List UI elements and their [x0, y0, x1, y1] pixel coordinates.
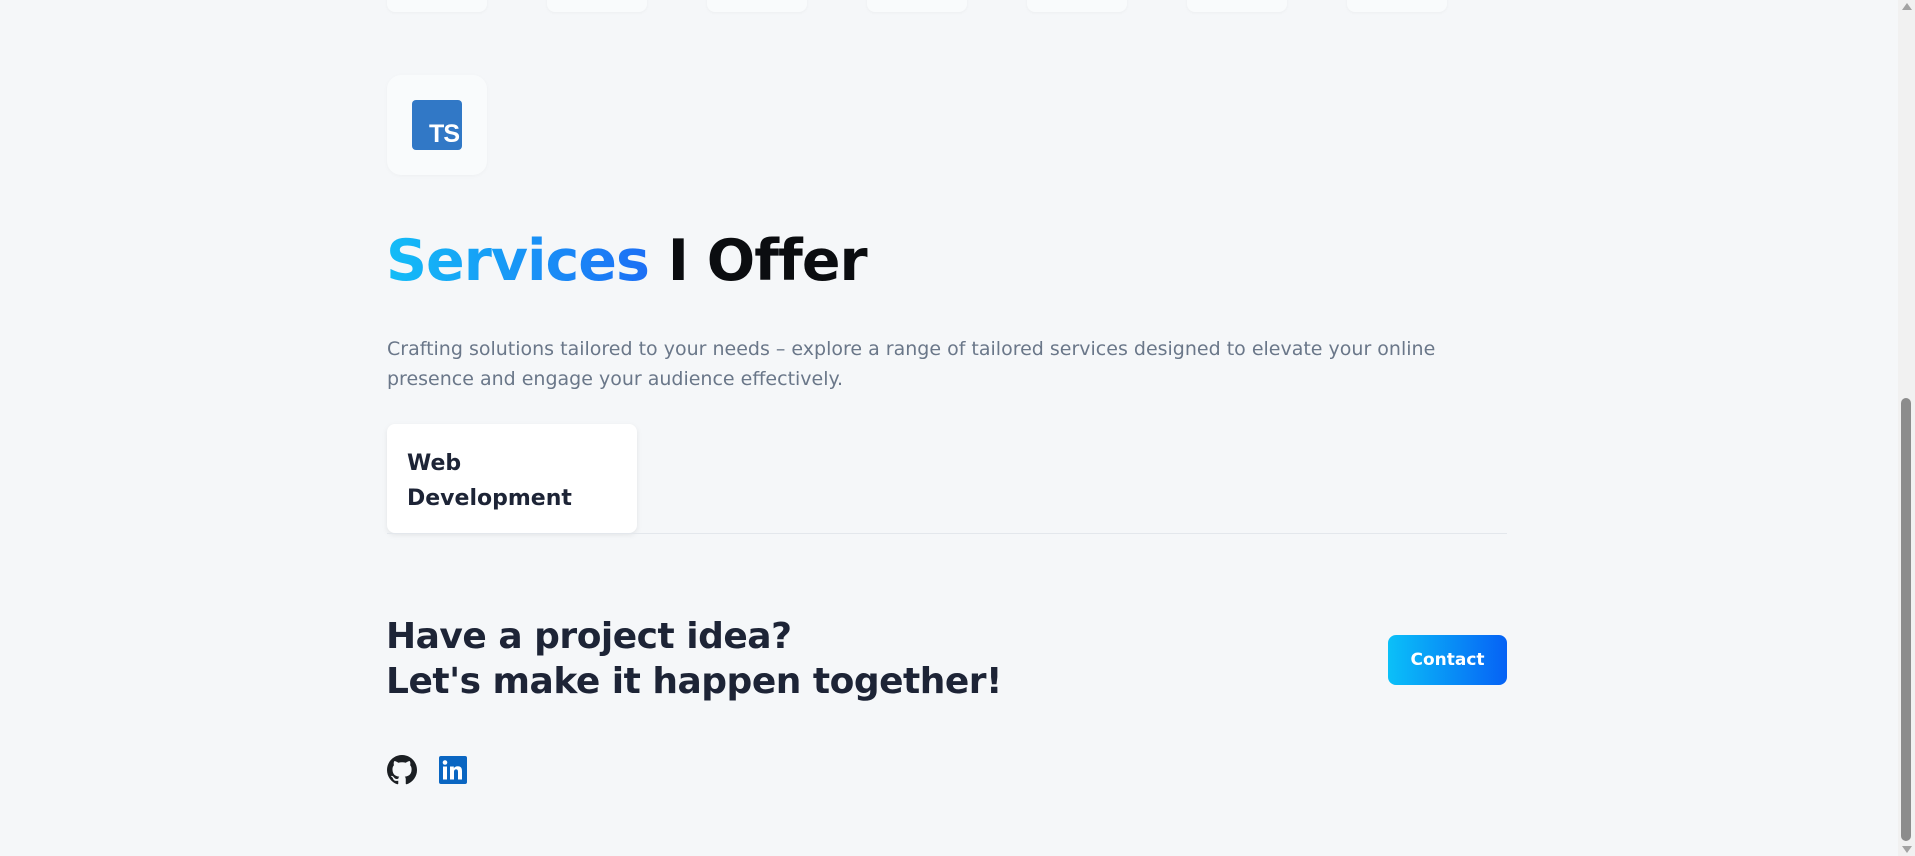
scrollbar-thumb[interactable]: [1901, 398, 1911, 841]
tech-card: [867, 0, 967, 12]
cta-heading: Have a project idea? Let's make it happe…: [386, 614, 1002, 704]
cta-line-1: Have a project idea?: [386, 616, 792, 657]
tech-card: [547, 0, 647, 12]
services-title: Services I Offer: [386, 228, 868, 294]
contact-button[interactable]: Contact: [1388, 635, 1507, 685]
linkedin-icon-glyph: [439, 756, 467, 784]
tech-card: [1187, 0, 1287, 12]
scroll-down-arrow-icon[interactable]: [1902, 846, 1912, 853]
typescript-logo-text: TS: [429, 120, 460, 148]
page: TS Services I Offer Crafting solutions t…: [0, 0, 1915, 856]
github-icon[interactable]: [387, 755, 417, 785]
tech-card: [707, 0, 807, 12]
services-description: Crafting solutions tailored to your need…: [387, 338, 1436, 390]
github-icon-glyph: [387, 755, 417, 785]
services-title-rest: I Offer: [648, 228, 868, 294]
tech-card: [387, 0, 487, 12]
tech-card: [1027, 0, 1127, 12]
typescript-icon: TS: [412, 100, 462, 150]
scroll-up-arrow-icon[interactable]: [1902, 3, 1912, 10]
cta-line-2: Let's make it happen together!: [386, 661, 1002, 702]
previous-section-cards: [387, 0, 1507, 12]
vertical-scrollbar[interactable]: [1898, 0, 1915, 856]
tab-web-development[interactable]: Web Development: [387, 424, 637, 533]
linkedin-icon[interactable]: [438, 755, 468, 785]
tabs-divider: [387, 533, 1507, 534]
tech-card: [1347, 0, 1447, 12]
typescript-tile: TS: [387, 75, 487, 175]
services-title-highlight: Services: [386, 228, 650, 294]
